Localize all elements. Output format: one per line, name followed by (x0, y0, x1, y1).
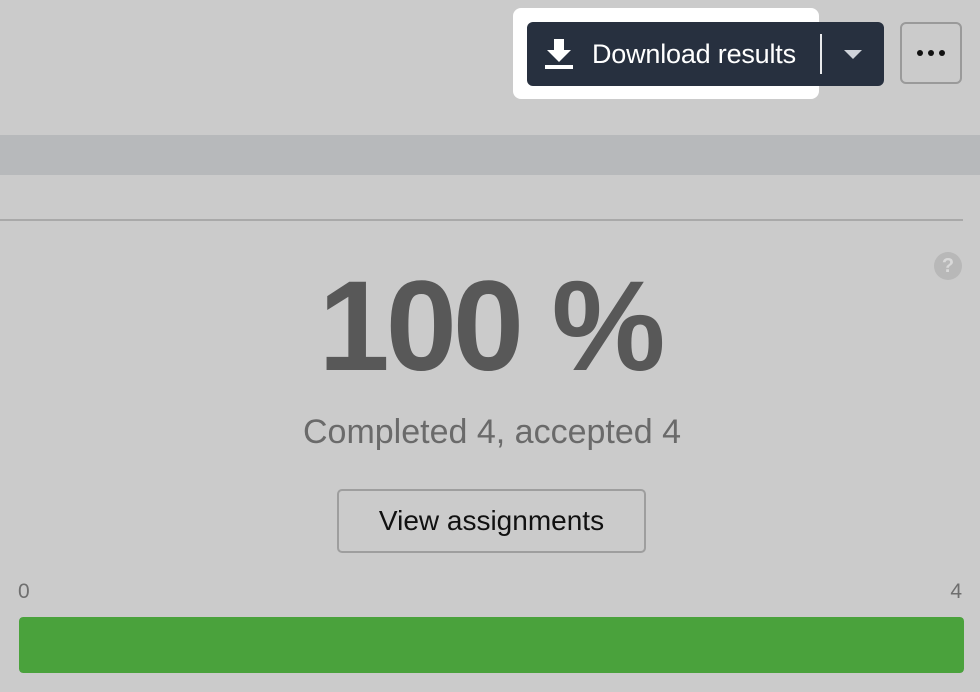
more-dot-icon (928, 50, 934, 56)
progress-max-label: 4 (950, 580, 962, 603)
split-divider (819, 34, 822, 74)
download-results-label: Download results (592, 38, 796, 69)
progress-bar (19, 617, 964, 673)
download-options-dropdown[interactable] (822, 22, 884, 86)
download-split-button: Download results (527, 22, 884, 86)
more-actions-button[interactable] (900, 22, 962, 84)
more-dot-icon (917, 50, 923, 56)
section-band (0, 135, 980, 175)
download-results-button[interactable]: Download results (527, 22, 820, 86)
more-dot-icon (939, 50, 945, 56)
page: Download results ? 100 % Completed 4, ac… (0, 0, 980, 692)
progress-fill (19, 617, 964, 673)
completion-summary: Completed 4, accepted 4 (302, 413, 682, 451)
divider (0, 219, 963, 221)
chevron-down-icon (843, 49, 862, 59)
view-assignments-button[interactable]: View assignments (337, 489, 646, 553)
progress-min-label: 0 (18, 580, 30, 603)
completion-percent: 100 % (318, 255, 666, 398)
page-header: Download results (0, 0, 980, 135)
download-icon (545, 39, 573, 69)
